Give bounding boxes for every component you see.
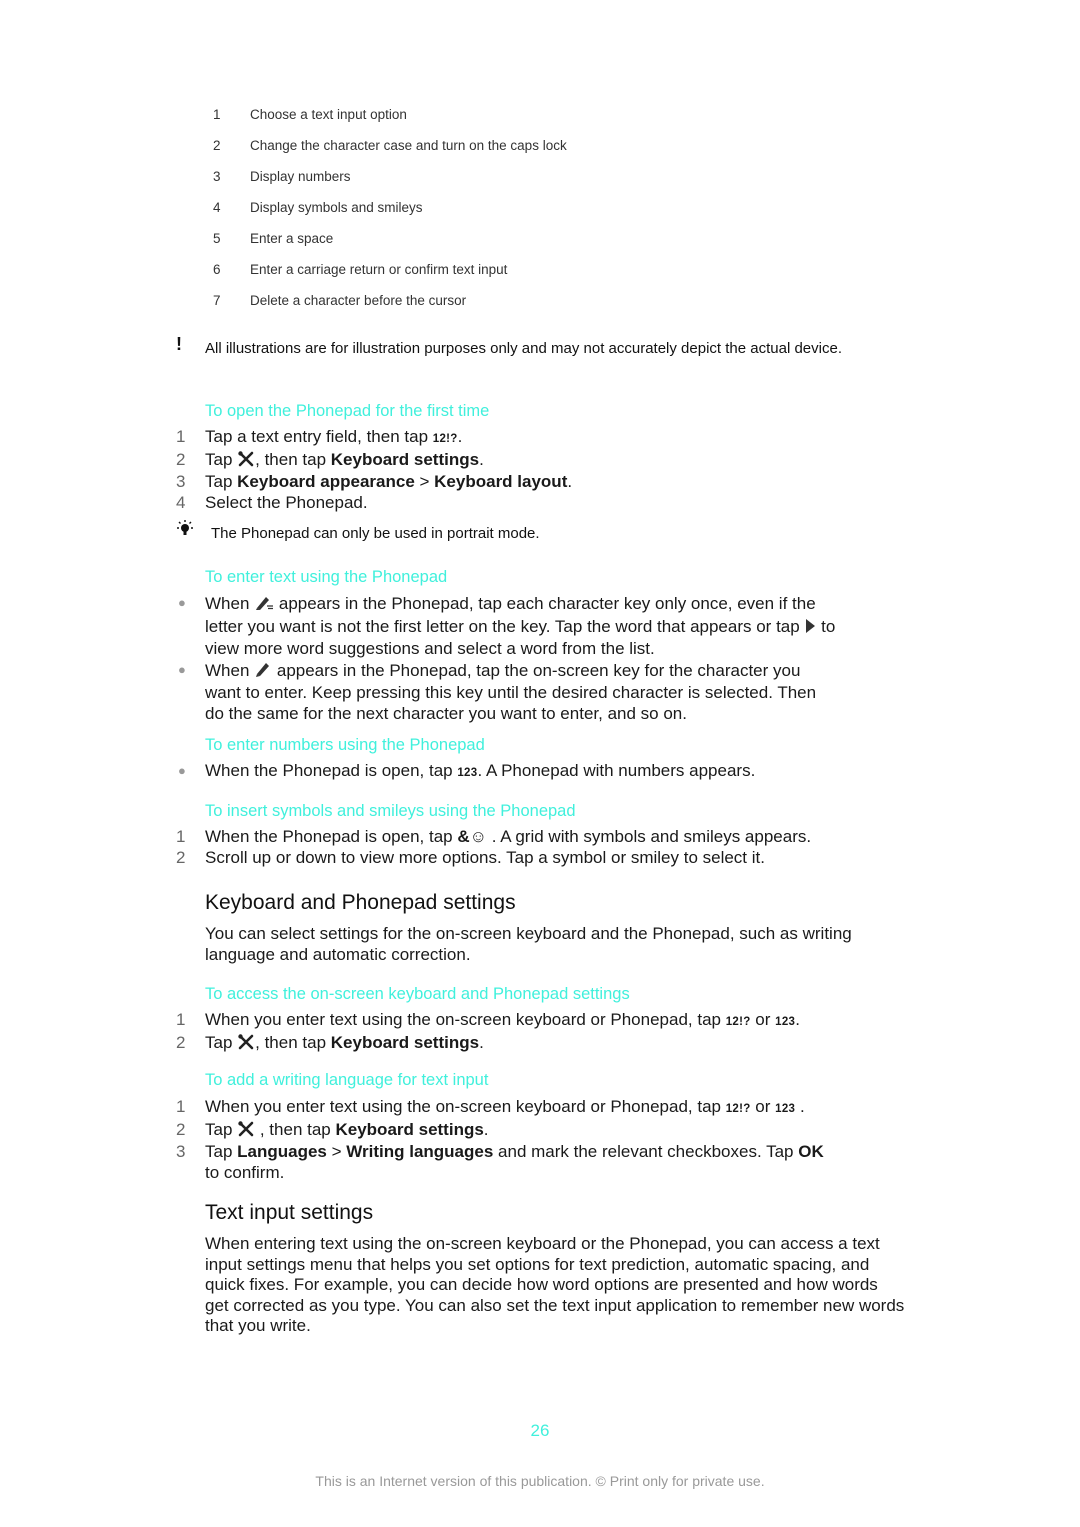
- numbers-key-icon: 123: [775, 1016, 796, 1028]
- step: 1 When the Phonepad is open, tap &☺ . A …: [176, 827, 812, 846]
- legend-item: 4 Display symbols and smileys: [213, 200, 423, 215]
- step: 2 Tap , then tap Keyboard settings.: [176, 450, 896, 473]
- numbers-key-icon: 123: [775, 1103, 796, 1115]
- symbol-key-icon: 12!?: [432, 433, 458, 445]
- bullet-item: ● When appears in the Phonepad, tap the …: [178, 660, 817, 723]
- settings-tools-icon: [237, 1033, 255, 1056]
- bullet-item: ● When the Phonepad is open, tap 123. A …: [178, 761, 756, 780]
- step: 3 Tap Languages > Writing languages and …: [176, 1142, 824, 1182]
- step: 2 Scroll up or down to view more options…: [176, 847, 765, 867]
- section-heading: Text input settings: [205, 1201, 374, 1224]
- footer-notice: This is an Internet version of this publ…: [315, 1473, 765, 1489]
- procedure-title: To add a writing language for text input: [205, 1071, 489, 1089]
- steps-open-phonepad: 1 Tap a text entry field, then tap 12!?.…: [176, 427, 896, 513]
- section-body: When entering text using the on-screen k…: [205, 1234, 905, 1335]
- step: 2 Tap , then tap Keyboard settings.: [176, 1120, 836, 1143]
- callout-legend: 1 Choose a text input option 2 Change the …: [205, 107, 567, 324]
- legend-item: 3 Display numbers: [213, 169, 351, 184]
- bullets-enter-text: ● When appears in the Phonepad, tap each…: [176, 593, 836, 724]
- bullet-item: ● When appears in the Phonepad, tap each…: [178, 593, 836, 658]
- settings-tools-icon: [237, 1120, 255, 1143]
- predictive-pen-icon: [254, 593, 274, 617]
- lightbulb-icon: [175, 520, 195, 543]
- legend-item: 6 Enter a carriage return or confirm text…: [213, 262, 508, 277]
- section-intro: You can select settings for the on-scree…: [205, 924, 852, 964]
- procedure-title: To access the on-screen keyboard and Pho…: [205, 985, 630, 1003]
- procedure-title: To open the Phonepad for the first time: [205, 402, 490, 420]
- symbol-key-icon: 12!?: [725, 1016, 751, 1028]
- steps-access-settings: 1 When you enter text using the on-scree…: [176, 1010, 896, 1055]
- procedure-title: To enter numbers using the Phonepad: [205, 736, 485, 754]
- step: 1 When you enter text using the on-scree…: [176, 1010, 800, 1029]
- legend-item: 2 Change the character case and turn on t…: [213, 138, 567, 153]
- step: 4 Select the Phonepad.: [176, 492, 368, 512]
- settings-tools-icon: [237, 450, 255, 473]
- legend-item: 5 Enter a space: [213, 231, 334, 246]
- multitap-pen-icon: [254, 660, 272, 684]
- legend-item: 7 Delete a character before the cursor: [213, 293, 467, 308]
- page-number: 26: [530, 1421, 550, 1440]
- illustration-note: All illustrations are for illustration p…: [205, 340, 842, 357]
- exclamation-icon: !: [176, 334, 182, 354]
- procedure-title: To insert symbols and smileys using the …: [205, 802, 576, 820]
- step: 3 Tap Keyboard appearance > Keyboard lay…: [176, 472, 573, 491]
- bullets-enter-numbers: ● When the Phonepad is open, tap 123. A …: [176, 761, 896, 784]
- play-arrow-icon: [804, 618, 816, 640]
- step: 1 Tap a text entry field, then tap 12!?.: [176, 427, 463, 446]
- symbol-key-icon: 12!?: [725, 1103, 751, 1115]
- numbers-key-icon: 123: [457, 767, 478, 779]
- step: 1 When you enter text using the on-scree…: [176, 1097, 805, 1116]
- steps-add-language: 1 When you enter text using the on-scree…: [176, 1097, 836, 1183]
- section-heading: Keyboard and Phonepad settings: [205, 891, 516, 914]
- legend-item: 1 Choose a text input option: [213, 107, 407, 122]
- step: 2 Tap , then tap Keyboard settings.: [176, 1033, 896, 1056]
- steps-insert-symbols: 1 When the Phonepad is open, tap &☺ . A …: [176, 827, 896, 868]
- symbols-smiley-key-icon: &☺: [457, 827, 487, 846]
- procedure-title: To enter text using the Phonepad: [205, 568, 448, 586]
- tip-text: The Phonepad can only be used in portrai…: [211, 525, 540, 542]
